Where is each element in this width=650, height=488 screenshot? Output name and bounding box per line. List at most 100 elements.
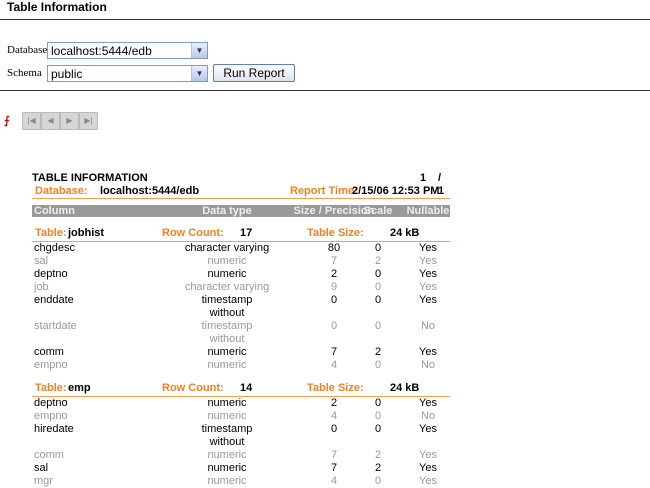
nullable: Yes	[419, 423, 437, 435]
table-row: startdate timestamp 0 0 No	[32, 320, 450, 333]
nullable: Yes	[419, 475, 437, 487]
next-page-button[interactable]: ▶	[60, 112, 79, 130]
last-page-button[interactable]: ▶|	[79, 112, 98, 130]
table-row-continuation: without	[32, 436, 450, 449]
schema-select[interactable]: public ▼	[47, 65, 208, 82]
nullable: Yes	[419, 346, 437, 358]
first-page-button[interactable]: |◀	[22, 112, 41, 130]
table-row: deptno numeric 2 0 Yes	[32, 397, 450, 410]
nullable: Yes	[419, 268, 437, 280]
table-size-label: Table Size:	[307, 227, 364, 239]
header-column: Column	[34, 205, 75, 217]
table-row: job character varying 9 0 Yes	[32, 281, 450, 294]
divider	[0, 90, 650, 91]
table-group-header: Table: emp Row Count: 14 Table Size: 24 …	[32, 382, 450, 395]
data-type: numeric	[207, 268, 247, 280]
data-type: numeric	[207, 397, 247, 409]
table-row: hiredate timestamp 0 0 Yes	[32, 423, 450, 436]
data-type: numeric	[207, 359, 247, 371]
nullable: Yes	[419, 281, 437, 293]
pdf-export-icon[interactable]: ⨍	[4, 114, 16, 127]
table-row-continuation: without	[32, 333, 450, 346]
data-type: numeric	[207, 449, 247, 461]
table-row: sal numeric 7 2 Yes	[32, 255, 450, 268]
table-row-continuation: without	[32, 307, 450, 320]
scale: 0	[374, 320, 382, 332]
table-row: deptno numeric 2 0 Yes	[32, 268, 450, 281]
report-title: TABLE INFORMATION	[32, 172, 148, 184]
table-row: comm numeric 7 2 Yes	[32, 449, 450, 462]
nullable: Yes	[419, 449, 437, 461]
row-count-value: 14	[240, 382, 253, 394]
nullable: No	[420, 410, 436, 422]
nullable: Yes	[419, 294, 437, 306]
data-type: character varying	[184, 281, 270, 293]
schema-label: Schema	[7, 67, 42, 79]
chevron-down-icon[interactable]: ▼	[191, 43, 207, 58]
column-name: mgr	[34, 475, 53, 487]
column-name: startdate	[34, 320, 77, 332]
scale: 0	[374, 423, 382, 435]
table-row: chgdesc character varying 80 0 Yes	[32, 242, 450, 255]
run-report-button[interactable]: Run Report	[213, 64, 295, 82]
database-label: Database:	[35, 185, 88, 197]
header-nullable: Nullable	[406, 205, 450, 217]
nullable: Yes	[419, 397, 437, 409]
scale: 0	[374, 242, 382, 254]
data-type: numeric	[207, 462, 247, 474]
scale: 2	[374, 346, 382, 358]
column-name: empno	[34, 359, 68, 371]
table-row: mgr numeric 4 0 Yes	[32, 475, 450, 488]
database-value: localhost:5444/edb	[100, 185, 200, 197]
page-title: Table Information	[7, 0, 107, 14]
scale: 0	[374, 397, 382, 409]
database-value: localhost:5444/edb	[51, 44, 152, 58]
column-name: sal	[34, 462, 49, 474]
data-type: timestamp	[201, 294, 253, 306]
row-count-label: Row Count:	[162, 382, 224, 394]
column-name: comm	[34, 346, 64, 358]
scale: 0	[374, 475, 382, 487]
column-name: hiredate	[34, 423, 74, 435]
report: TABLE INFORMATION 1 / 1 Database: localh…	[32, 172, 450, 488]
scale: 2	[374, 449, 382, 461]
scale: 0	[374, 410, 382, 422]
column-header-row: Column Data type Size / Precision Scale …	[32, 205, 450, 217]
row-count-value: 17	[240, 227, 253, 239]
page-number: 1	[420, 172, 427, 184]
data-type-cont: without	[209, 307, 245, 319]
divider	[0, 19, 650, 20]
table-label: Table:	[35, 227, 67, 239]
data-type: timestamp	[201, 423, 253, 435]
nullable: No	[420, 359, 436, 371]
table-row: enddate timestamp 0 0 Yes	[32, 294, 450, 307]
table-name: jobhist	[68, 227, 105, 239]
schema-value: public	[51, 67, 83, 81]
report-time-value: 2/15/06 12:53 PM	[352, 185, 440, 197]
divider	[32, 198, 450, 199]
database-label: Database	[7, 44, 48, 56]
column-name: job	[34, 281, 49, 293]
chevron-down-icon[interactable]: ▼	[191, 66, 207, 81]
table-size-value: 24 kB	[390, 382, 420, 394]
table-name: emp	[68, 382, 91, 394]
row-count-label: Row Count:	[162, 227, 224, 239]
scale: 0	[374, 281, 382, 293]
data-type: numeric	[207, 255, 247, 267]
nullable: Yes	[419, 462, 437, 474]
data-type: numeric	[207, 410, 247, 422]
scale: 2	[374, 462, 382, 474]
data-type: numeric	[207, 346, 247, 358]
scale: 0	[374, 359, 382, 371]
header-scale: Scale	[363, 205, 393, 217]
prev-page-button[interactable]: ◀	[41, 112, 60, 130]
table-size-value: 24 kB	[390, 227, 420, 239]
table-group-header: Table: jobhist Row Count: 17 Table Size:…	[32, 227, 450, 240]
column-name: chgdesc	[34, 242, 75, 254]
column-name: deptno	[34, 397, 68, 409]
data-type: character varying	[184, 242, 270, 254]
database-select[interactable]: localhost:5444/edb ▼	[47, 42, 208, 59]
report-time-label: Report Time:	[290, 185, 358, 197]
column-name: enddate	[34, 294, 74, 306]
column-name: empno	[34, 410, 68, 422]
